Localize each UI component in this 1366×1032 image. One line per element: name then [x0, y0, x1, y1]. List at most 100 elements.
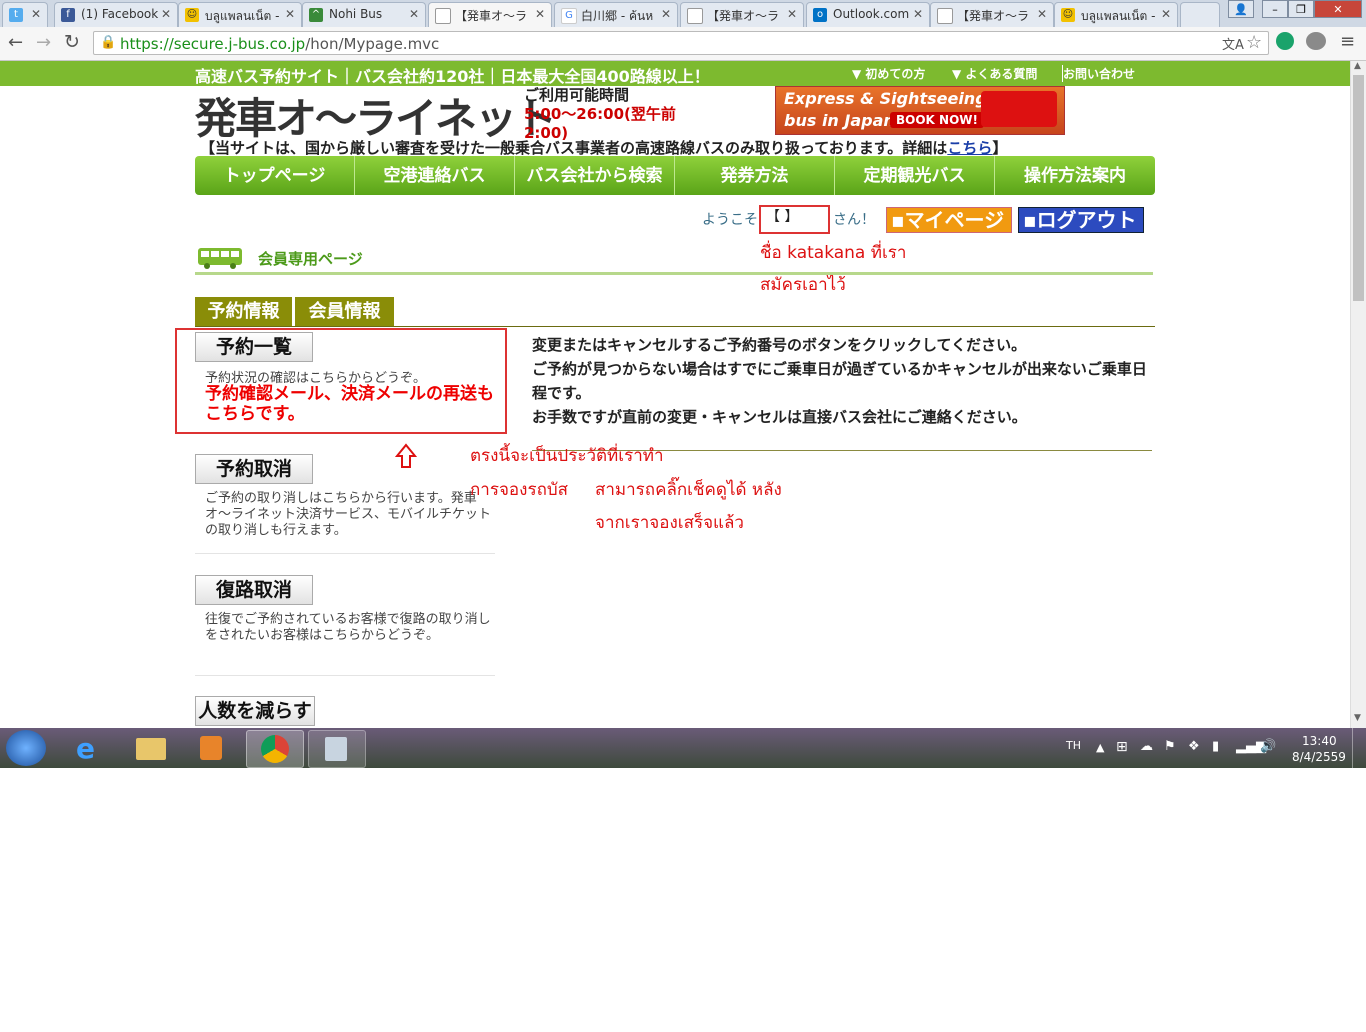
member-page-title: 会員専用ページ	[258, 250, 363, 268]
chrome-icon[interactable]	[246, 730, 304, 768]
annotation-history-1: ตรงนี้จะเป็นประวัติที่เราทำ	[470, 446, 664, 466]
start-button-icon[interactable]	[6, 730, 46, 766]
close-tab-icon[interactable]: ✕	[409, 7, 419, 21]
reload-icon[interactable]: ↻	[64, 31, 80, 53]
tab-facebook[interactable]: f (1) Facebook ✕	[54, 2, 178, 27]
file-explorer-icon[interactable]	[124, 730, 180, 766]
notice-details-link[interactable]: こちら	[947, 139, 992, 157]
cancel-return-button[interactable]: 復路取消	[195, 575, 313, 605]
mypage-button[interactable]: ▪マイページ	[886, 207, 1012, 233]
tab-blueplanet-2[interactable]: ☺ บลูแพลนเน็ต - ✕	[1054, 2, 1178, 27]
close-tab-icon[interactable]: ✕	[661, 7, 671, 21]
show-desktop-button[interactable]	[1352, 728, 1366, 768]
scroll-up-icon[interactable]: ▲	[1354, 61, 1361, 71]
onedrive-icon[interactable]: ☁	[1140, 739, 1153, 754]
bus-icon	[198, 248, 242, 269]
tab-hassha-3[interactable]: 【発車オ〜ラ ✕	[930, 2, 1054, 27]
nav-operation-guide[interactable]: 操作方法案内	[995, 156, 1155, 195]
close-tab-icon[interactable]: ✕	[913, 7, 923, 21]
tab-hassha-2[interactable]: 【発車オ〜ラ ✕	[680, 2, 804, 27]
cancel-reservation-button[interactable]: 予約取消	[195, 454, 313, 484]
nav-top-page[interactable]: トップページ	[195, 156, 355, 195]
info-text: 変更またはキャンセルするご予約番号のボタンをクリックしてください。 ご予約が見つ…	[532, 333, 1152, 429]
clock-date[interactable]: 8/4/2559	[1292, 750, 1346, 764]
banner-line-2: bus in Japan	[784, 111, 895, 130]
outlook-icon: o	[813, 8, 827, 22]
scroll-down-icon[interactable]: ▼	[1354, 713, 1361, 723]
annotation-name-note-2: สมัครเอาไว้	[760, 275, 846, 295]
smiley-icon: ☺	[1061, 8, 1075, 22]
notice-text: 【当サイトは、国から厳しい審査を受けた一般乗合バス事業者の高速路線バスのみ取り扱…	[200, 139, 948, 157]
annotation-name-box	[759, 205, 830, 234]
tab-title: บลูแพลนเน็ต -	[1081, 9, 1156, 23]
book-now-button[interactable]: BOOK NOW!	[890, 112, 984, 128]
extension-eye-icon[interactable]	[1276, 32, 1294, 50]
media-player-icon[interactable]	[184, 730, 240, 766]
back-icon[interactable]: ←	[8, 32, 23, 53]
page-icon	[435, 8, 451, 24]
close-tab-icon[interactable]: ✕	[787, 7, 797, 21]
action-center-flag-icon[interactable]: ⚑	[1164, 739, 1176, 754]
tab-title: 【発車オ〜ラ	[707, 9, 780, 23]
tab-divider	[195, 326, 1155, 327]
page-icon	[687, 8, 703, 24]
tab-hassha-active[interactable]: 【発車オ〜ラ ✕	[428, 2, 552, 27]
close-tab-icon[interactable]: ✕	[285, 7, 295, 21]
facebook-icon: f	[61, 8, 75, 22]
page-scrollbar[interactable]: ▲ ▼	[1350, 61, 1366, 728]
nav-sightseeing-bus[interactable]: 定期観光バス	[835, 156, 995, 195]
dropbox-icon[interactable]: ❖	[1188, 739, 1200, 754]
user-icon[interactable]: 👤	[1228, 0, 1254, 18]
maximize-button[interactable]: ❐	[1288, 0, 1314, 18]
show-hidden-icons-icon[interactable]: ▲	[1096, 741, 1104, 754]
minimize-button[interactable]: –	[1262, 0, 1288, 18]
close-tab-icon[interactable]: ✕	[1161, 7, 1171, 21]
extension-globe-icon[interactable]	[1306, 32, 1326, 50]
tab-title: 【発車オ〜ラ	[957, 9, 1030, 23]
menu-icon[interactable]: ≡	[1340, 31, 1355, 52]
internet-explorer-icon[interactable]: e	[62, 730, 118, 766]
notice-end: 】	[992, 139, 1008, 157]
close-tab-icon[interactable]: ✕	[535, 7, 545, 21]
nav-ticketing[interactable]: 発券方法	[675, 156, 835, 195]
logout-button[interactable]: ▪ログアウト	[1018, 207, 1144, 233]
window-close-button[interactable]: ✕	[1314, 0, 1362, 18]
close-tab-icon[interactable]: ✕	[1037, 7, 1047, 21]
url-path: /hon/Mypage.mvc	[305, 35, 440, 53]
language-indicator[interactable]: TH	[1066, 739, 1081, 752]
reduce-passengers-button[interactable]: 人数を減らす	[195, 696, 315, 726]
close-tab-icon[interactable]: ✕	[31, 7, 41, 21]
cancel-return-desc: 往復でご予約されているお客様で復路の取り消しをされたいお客様はこちらからどうぞ。	[205, 612, 491, 643]
annotation-highlight-box	[175, 328, 507, 434]
tab-blueplanet[interactable]: ☺ บลูแพลนเน็ต - ✕	[178, 2, 302, 27]
clock-time[interactable]: 13:40	[1302, 734, 1337, 748]
translate-icon[interactable]: 文A	[1222, 34, 1244, 53]
forward-icon[interactable]: →	[36, 32, 51, 53]
tab-twitter[interactable]: t ✕	[2, 2, 48, 27]
tab-google[interactable]: G 白川郷 - ค้นห ✕	[554, 2, 678, 27]
battery-icon[interactable]: ▮	[1212, 739, 1219, 754]
browser-tab-strip: t ✕ f (1) Facebook ✕ ☺ บลูแพลนเน็ต - ✕ ^…	[0, 0, 1366, 27]
top-link-faq[interactable]: ▼ よくある質問	[952, 65, 1037, 82]
windows-flag-icon[interactable]: ⊞	[1116, 739, 1128, 755]
new-tab-button[interactable]	[1180, 2, 1220, 27]
tab-nohibus[interactable]: ^ Nohi Bus ✕	[302, 2, 426, 27]
close-tab-icon[interactable]: ✕	[161, 7, 171, 21]
top-link-first-time[interactable]: ▼ 初めての方	[852, 65, 925, 82]
tab-outlook[interactable]: o Outlook.com ✕	[806, 2, 930, 27]
tab-title: Nohi Bus	[329, 7, 383, 21]
calculator-icon[interactable]	[308, 730, 366, 768]
address-bar[interactable]: 🔒 https://secure.j-bus.co.jp/hon/Mypage.…	[93, 31, 1269, 55]
tab-reservation-info[interactable]: 予約情報	[195, 297, 292, 326]
sightseeing-banner[interactable]: Express & Sightseeing bus in Japan BOOK …	[775, 86, 1065, 135]
nav-airport-bus[interactable]: 空港連絡バス	[355, 156, 515, 195]
bookmark-star-icon[interactable]: ☆	[1246, 32, 1262, 53]
annotation-name-note-1: ชื่อ katakana ที่เรา	[760, 243, 907, 263]
volume-icon[interactable]: 🔊	[1260, 739, 1276, 754]
scroll-thumb[interactable]	[1353, 75, 1364, 301]
nav-search-by-company[interactable]: バス会社から検索	[515, 156, 675, 195]
web-page: 高速バス予約サイト｜バス会社約120社｜日本最大全国400路線以上！ ▼ 初めて…	[0, 61, 1350, 728]
tab-member-info[interactable]: 会員情報	[295, 297, 394, 326]
twitter-icon: t	[9, 8, 23, 22]
top-link-contact[interactable]: お問い合わせ	[1062, 65, 1135, 82]
